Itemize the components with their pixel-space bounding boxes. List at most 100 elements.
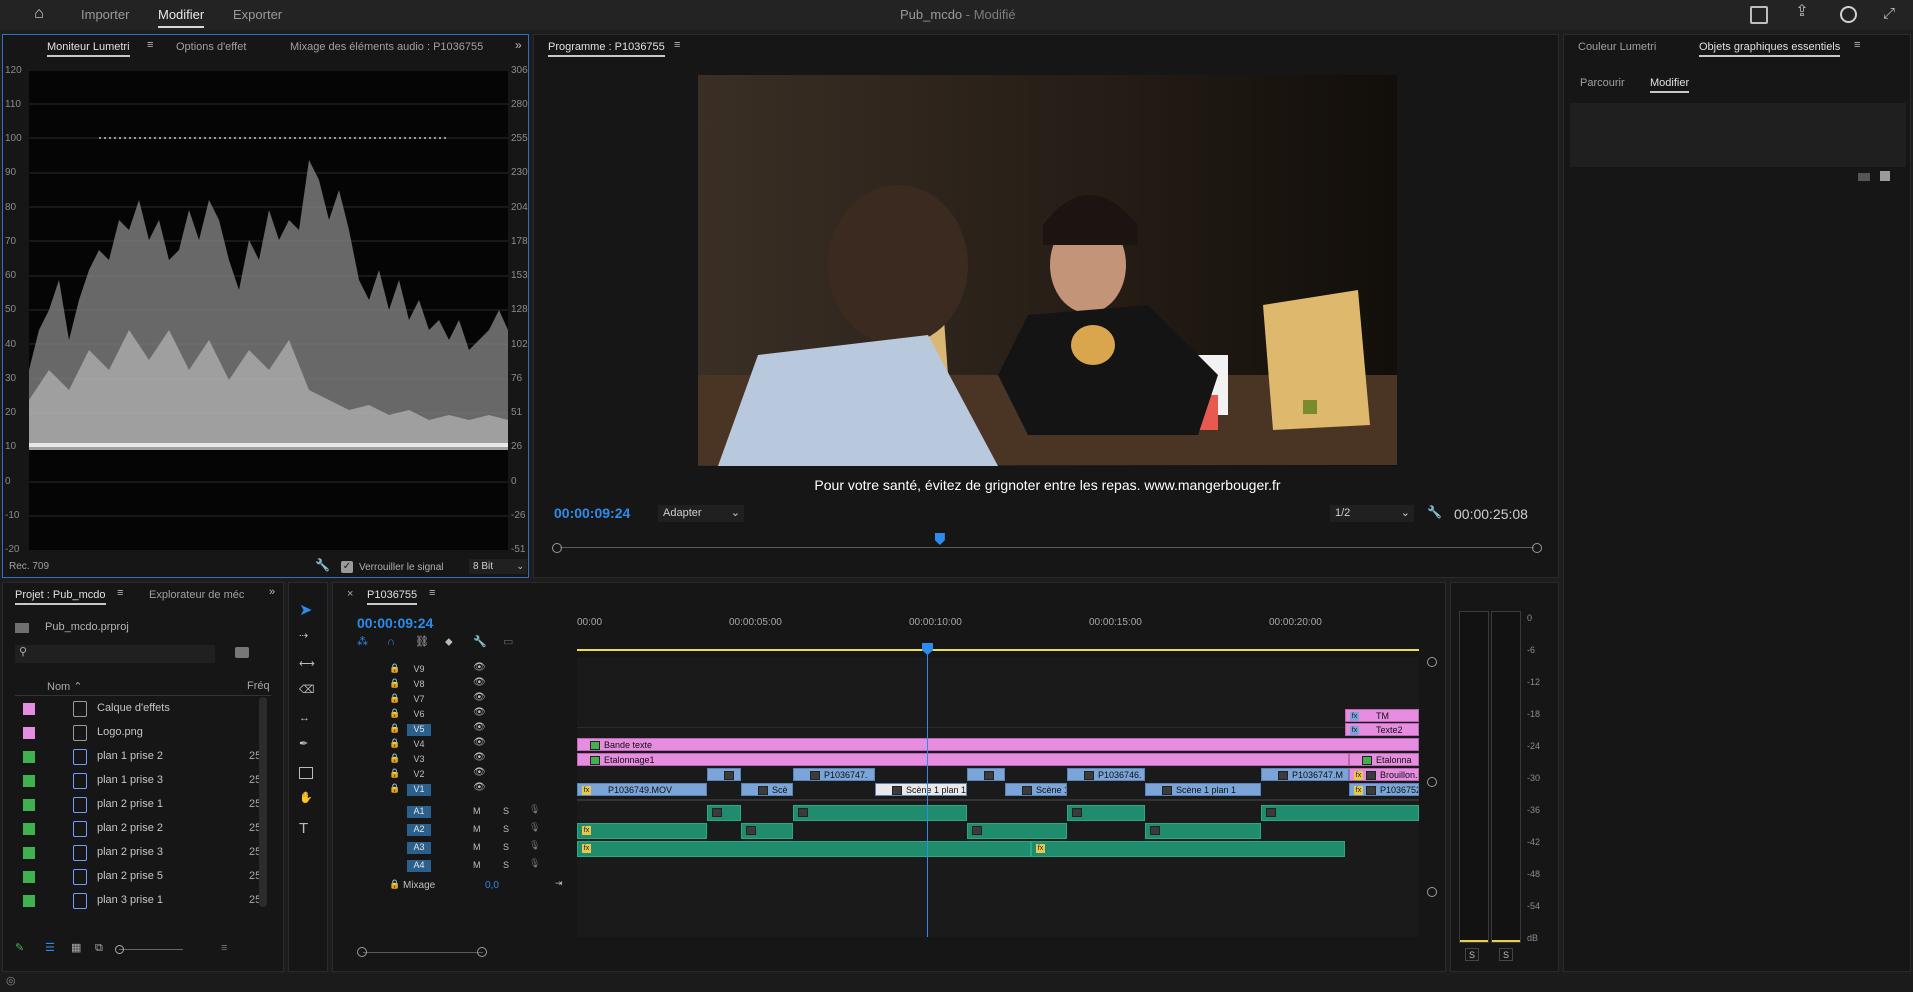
clip-v1-b[interactable]: Scè (741, 783, 793, 796)
audio-clip-a2-3[interactable] (967, 823, 1067, 839)
fullscreen-icon[interactable]: ⤢ (1883, 6, 1895, 21)
column-frame-rate-header[interactable]: Fréq (247, 680, 270, 692)
solo-button[interactable]: S (503, 842, 509, 852)
nav-importer[interactable]: Importer (81, 7, 129, 22)
mute-button[interactable]: M (473, 824, 481, 834)
sequence-tab[interactable]: P1036755 (367, 589, 418, 605)
add-marker-icon[interactable]: ⬥ (445, 637, 453, 648)
razor-tool-icon[interactable]: ⌫ (299, 685, 315, 696)
clip-v2-b[interactable]: P1036747. (793, 768, 875, 781)
mix-value[interactable]: 0,0 (485, 880, 499, 891)
audio-clip-a3-1[interactable]: fx (577, 841, 1031, 857)
list-item[interactable]: plan 3 prise 1 25 (17, 889, 269, 913)
nav-exporter[interactable]: Exporter (233, 7, 282, 22)
zoom-slider[interactable] (115, 945, 183, 954)
slip-tool-icon[interactable]: ↔ (299, 713, 310, 724)
track-area[interactable]: fx TM fx Texte2 Bande texte Etalonnage1 Et… (577, 643, 1419, 937)
time-ruler[interactable]: 00:00 00:00:05:00 00:00:10:00 00:00:15:0… (577, 611, 1419, 651)
audio-clip-a2-2[interactable] (741, 823, 793, 839)
fit-select[interactable]: Adapter ⌄ (658, 505, 744, 522)
solo-button[interactable]: S (503, 806, 509, 816)
eye-icon[interactable]: 👁 (473, 678, 486, 688)
project-scrollbar[interactable] (259, 697, 267, 907)
clip-v2-d[interactable]: P1036746. (1067, 768, 1145, 781)
clip-bande-texte[interactable]: Bande texte (577, 738, 1419, 751)
program-scrubber[interactable] (552, 533, 1542, 553)
share-icon[interactable]: ⇪ (1793, 4, 1811, 20)
clip-etalonnage1[interactable]: Etalonnage1 (577, 753, 1349, 766)
close-icon[interactable]: × (347, 589, 353, 600)
lock-icon[interactable]: 🔒 (389, 784, 400, 793)
linked-selection-icon[interactable]: ⛓ (415, 637, 429, 648)
track-select-tool-icon[interactable]: ⇢ (299, 631, 308, 642)
tab-lumetri-color[interactable]: Couleur Lumetri (1578, 41, 1656, 53)
lock-signal-checkbox[interactable]: ✓ (341, 561, 353, 573)
eye-icon[interactable]: 👁 (473, 768, 486, 778)
tab-lumetri-scopes[interactable]: Moniteur Lumetri (47, 41, 130, 57)
tab-essential-graphics[interactable]: Objets graphiques essentiels (1699, 41, 1841, 57)
more-panels-icon[interactable]: » (269, 587, 275, 598)
more-panels-icon[interactable]: » (515, 39, 522, 51)
list-item[interactable]: plan 1 prise 3 25 (17, 769, 269, 793)
folder-icon[interactable] (1858, 173, 1870, 181)
eye-icon[interactable]: 👁 (473, 693, 486, 703)
type-tool-icon[interactable]: T (299, 821, 308, 836)
progress-icon[interactable] (1840, 6, 1857, 23)
solo-left-button[interactable]: S (1465, 948, 1479, 961)
tab-effect-controls[interactable]: Options d'effet (176, 41, 246, 53)
status-icon[interactable]: ◎ (6, 976, 16, 987)
clip-texte2[interactable]: fx Texte2 (1345, 723, 1419, 736)
sort-icon[interactable]: ≡ (221, 943, 227, 954)
lock-icon[interactable]: 🔒 (389, 739, 400, 748)
resolution-select[interactable]: 1/2 ⌄ (1330, 505, 1414, 522)
scrubber-end-handle[interactable] (1532, 543, 1542, 553)
list-item[interactable]: Calque d'effets (17, 697, 269, 721)
mute-button[interactable]: M (473, 860, 481, 870)
playhead-line[interactable] (927, 647, 928, 937)
panel-menu-icon[interactable]: ≡ (1854, 40, 1860, 51)
snap-icon[interactable]: ∩ (387, 637, 395, 648)
clip-v1-c[interactable]: Scène 1 plan 1 (875, 783, 967, 796)
eye-icon[interactable]: 👁 (473, 783, 486, 793)
list-item[interactable]: plan 2 prise 1 25 (17, 793, 269, 817)
panel-menu-icon[interactable]: ≡ (674, 40, 680, 51)
layers-area[interactable] (1570, 103, 1906, 167)
mute-button[interactable]: M (473, 842, 481, 852)
selection-tool-icon[interactable]: ➤ (299, 603, 312, 619)
program-title[interactable]: Programme : P1036755 (548, 41, 665, 57)
captions-icon[interactable]: ▭ (503, 637, 513, 648)
lock-icon[interactable]: 🔒 (389, 880, 400, 889)
home-icon[interactable]: ⌂ (30, 6, 48, 24)
timeline-timecode[interactable]: 00:00:09:24 (357, 615, 433, 631)
nest-icon[interactable]: ⁂ (357, 637, 368, 648)
audio-clip-a2-4[interactable] (1145, 823, 1261, 839)
tab-audio-mixer[interactable]: Mixage des éléments audio : P1036755 (290, 41, 483, 53)
video-frame[interactable] (698, 75, 1397, 466)
clip-v2-a[interactable] (707, 768, 741, 781)
panel-menu-icon[interactable]: ≡ (117, 588, 123, 599)
clip-tm[interactable]: fx TM (1345, 709, 1419, 722)
lock-icon[interactable]: 🔒 (389, 724, 400, 733)
mic-icon[interactable]: 🎙 (529, 805, 540, 814)
pencil-icon[interactable]: ✎ (15, 943, 24, 954)
audio-clip-a1-3[interactable] (1067, 805, 1145, 821)
eye-icon[interactable]: 👁 (473, 708, 486, 718)
lock-icon[interactable]: 🔒 (389, 769, 400, 778)
clip-brouillon[interactable]: fx Brouillon. (1349, 768, 1419, 781)
audio-clip-a1-2[interactable] (793, 805, 967, 821)
clip-v1-e[interactable]: Scène 1 plan 1 (1145, 783, 1261, 796)
clip-v1-f[interactable]: fx P1036752 (1349, 783, 1419, 796)
clip-v1-a[interactable]: fx P1036749.MOV (577, 783, 707, 796)
hand-tool-icon[interactable]: ✋ (299, 793, 313, 804)
playhead-marker[interactable] (934, 533, 945, 545)
mic-icon[interactable]: 🎙 (529, 823, 540, 832)
new-layer-icon[interactable] (1880, 171, 1890, 181)
timeline-h-scroll[interactable] (357, 947, 487, 959)
audio-clip-a1-4[interactable] (1261, 805, 1419, 821)
solo-right-button[interactable]: S (1499, 948, 1513, 961)
new-bin-from-search-icon[interactable] (235, 647, 249, 658)
program-timecode[interactable]: 00:00:09:24 (554, 505, 630, 521)
audio-clip-a2-1[interactable]: fx (577, 823, 707, 839)
settings-wrench-icon[interactable]: 🔧 (1427, 506, 1442, 518)
nav-modifier[interactable]: Modifier (158, 7, 205, 28)
